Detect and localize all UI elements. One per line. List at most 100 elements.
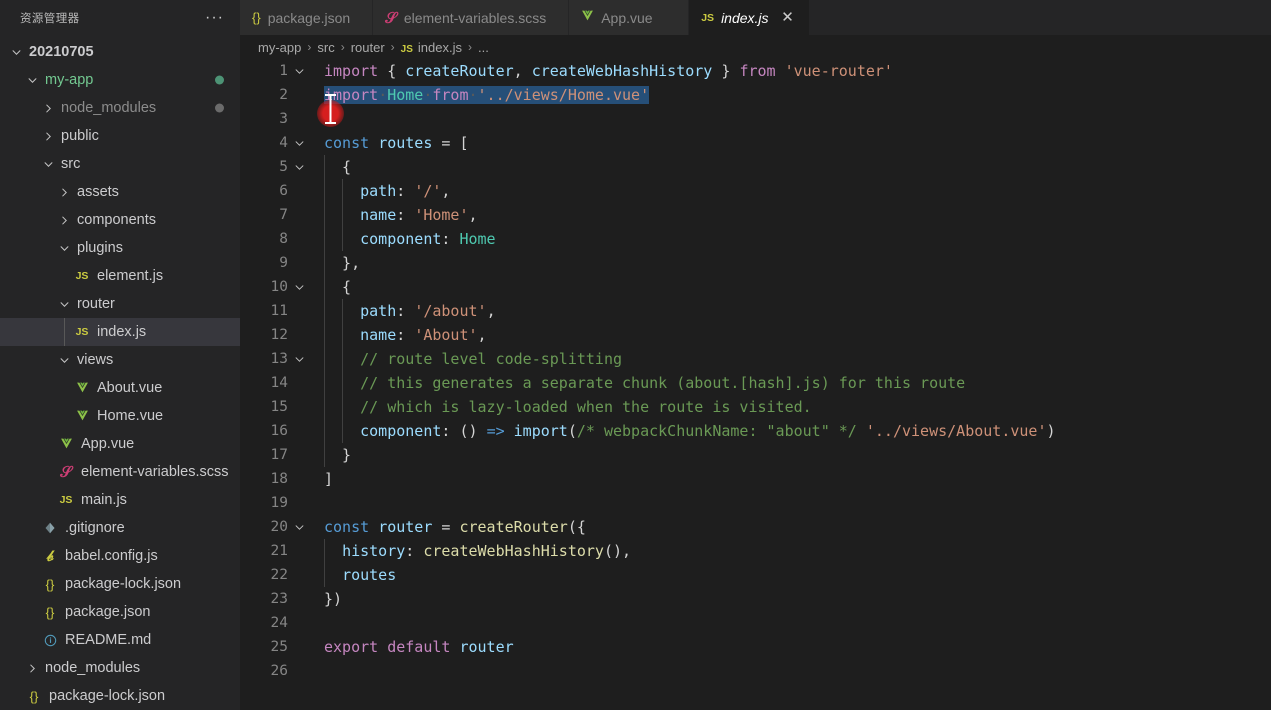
- tree-item-node-modules[interactable]: node_modules: [0, 654, 240, 682]
- code-line[interactable]: 4 const routes = [: [240, 131, 1271, 155]
- tree-item-label: node_modules: [45, 660, 141, 676]
- tab-app-vue[interactable]: App.vue: [569, 0, 690, 35]
- tree-item-about-vue[interactable]: About.vue: [0, 374, 240, 402]
- code-line[interactable]: 16 component: () => import(/* webpackChu…: [240, 419, 1271, 443]
- tree-item-home-vue[interactable]: Home.vue: [0, 402, 240, 430]
- breadcrumb-item-[interactable]: ...: [478, 40, 489, 55]
- code-line[interactable]: 2 import·Home·from·'../views/Home.vue': [240, 83, 1271, 107]
- fold-chevron-down-icon[interactable]: [288, 155, 310, 179]
- code-line[interactable]: 26: [240, 659, 1271, 683]
- code-token: // which is lazy-loaded when the route i…: [360, 398, 812, 416]
- chevron-down-icon[interactable]: [56, 299, 72, 310]
- fold-chevron-down-icon[interactable]: [288, 515, 310, 539]
- tree-item-gitignore[interactable]: .gitignore: [0, 514, 240, 542]
- code-line[interactable]: 19: [240, 491, 1271, 515]
- chevron-right-icon[interactable]: [24, 663, 40, 674]
- code-line[interactable]: 24: [240, 611, 1271, 635]
- fold-placeholder: [288, 203, 310, 227]
- tree-item-element-variables-scss[interactable]: 𝒮element-variables.scss: [0, 458, 240, 486]
- code-line[interactable]: 20 const router = createRouter({: [240, 515, 1271, 539]
- chevron-right-icon[interactable]: [56, 215, 72, 226]
- code-line[interactable]: 6 path: '/',: [240, 179, 1271, 203]
- tree-item-main-js[interactable]: JS main.js: [0, 486, 240, 514]
- code-line[interactable]: 21 history: createWebHashHistory(),: [240, 539, 1271, 563]
- chevron-down-icon[interactable]: [24, 75, 40, 86]
- editor-indent-guide: [324, 395, 325, 419]
- code-line[interactable]: 9 },: [240, 251, 1271, 275]
- tree-item-label: App.vue: [81, 436, 135, 452]
- tree-item-node-modules[interactable]: node_modules: [0, 94, 240, 122]
- tree-item-views[interactable]: views: [0, 346, 240, 374]
- tree-item-components[interactable]: components: [0, 206, 240, 234]
- code-line[interactable]: 22 routes: [240, 563, 1271, 587]
- code-span: }: [324, 446, 351, 464]
- chevron-down-icon[interactable]: [8, 47, 24, 58]
- fold-chevron-down-icon[interactable]: [288, 347, 310, 371]
- chevron-right-icon[interactable]: [40, 103, 56, 114]
- tree-item-plugins[interactable]: plugins: [0, 234, 240, 262]
- code-line[interactable]: 12 name: 'About',: [240, 323, 1271, 347]
- chevron-right-icon[interactable]: [40, 131, 56, 142]
- tree-item-element-js[interactable]: JS element.js: [0, 262, 240, 290]
- tree-item-index-js[interactable]: JS index.js: [0, 318, 240, 346]
- code-line[interactable]: 3: [240, 107, 1271, 131]
- line-number: 8: [279, 231, 288, 247]
- chevron-down-icon[interactable]: [40, 159, 56, 170]
- tree-item-my-app[interactable]: my-app: [0, 66, 240, 94]
- breadcrumb: my-app › src › router › JS index.js ›...: [240, 35, 1271, 59]
- tree-item-src[interactable]: src: [0, 150, 240, 178]
- code-line[interactable]: 8 component: Home: [240, 227, 1271, 251]
- code-line[interactable]: 7 name: 'Home',: [240, 203, 1271, 227]
- more-actions-icon[interactable]: ···: [205, 9, 232, 25]
- code-line[interactable]: 14 // this generates a separate chunk (a…: [240, 371, 1271, 395]
- code-span: ]: [324, 470, 333, 488]
- tree-item-package-json[interactable]: {} package.json: [0, 598, 240, 626]
- js-file-icon: JS: [400, 43, 413, 55]
- tree-item-assets[interactable]: assets: [0, 178, 240, 206]
- fold-placeholder: [288, 179, 310, 203]
- close-icon[interactable]: ✕: [779, 10, 797, 25]
- line-number: 23: [270, 591, 288, 607]
- tree-item-package-lock-json[interactable]: {} package-lock.json: [0, 682, 240, 710]
- chevron-down-icon[interactable]: [56, 355, 72, 366]
- code-line[interactable]: 1 import { createRouter, createWebHashHis…: [240, 59, 1271, 83]
- code-editor[interactable]: 1 import { createRouter, createWebHashHis…: [240, 59, 1271, 710]
- tab-package-json[interactable]: {} package.json: [240, 0, 374, 35]
- breadcrumb-item-my-app[interactable]: my-app: [258, 40, 301, 55]
- code-line[interactable]: 11 path: '/about',: [240, 299, 1271, 323]
- code-line[interactable]: 18]: [240, 467, 1271, 491]
- breadcrumb-item-src[interactable]: src: [317, 40, 334, 55]
- breadcrumb-item-index-js[interactable]: JS index.js: [401, 40, 462, 55]
- tree-item-readme-md[interactable]: README.md: [0, 626, 240, 654]
- fold-chevron-down-icon[interactable]: [288, 131, 310, 155]
- code-line[interactable]: 23}): [240, 587, 1271, 611]
- tree-item-babel-config-js[interactable]: 𝒷 babel.config.js: [0, 542, 240, 570]
- code-line[interactable]: 17 }: [240, 443, 1271, 467]
- editor-indent-guide: [324, 227, 325, 251]
- tree-item-router[interactable]: router: [0, 290, 240, 318]
- tree-item-package-lock-json[interactable]: {} package-lock.json: [0, 570, 240, 598]
- tab-element-variables-scss[interactable]: 𝒮element-variables.scss: [373, 0, 570, 35]
- code-line[interactable]: 10 {: [240, 275, 1271, 299]
- tree-item-public[interactable]: public: [0, 122, 240, 150]
- fold-chevron-down-icon[interactable]: [288, 275, 310, 299]
- code-line[interactable]: 5 {: [240, 155, 1271, 179]
- chevron-down-icon[interactable]: [56, 243, 72, 254]
- tree-item-app-vue[interactable]: App.vue: [0, 430, 240, 458]
- editor-indent-guide: [324, 419, 325, 443]
- code-token: ,: [513, 62, 523, 80]
- tab-index-js[interactable]: JS index.js ✕: [689, 0, 810, 35]
- tree-item-20210705[interactable]: 20210705: [0, 38, 240, 66]
- code-line[interactable]: 25 export default router: [240, 635, 1271, 659]
- breadcrumb-item-router[interactable]: router: [351, 40, 385, 55]
- fold-chevron-down-icon[interactable]: [288, 59, 310, 83]
- chevron-right-icon[interactable]: [56, 187, 72, 198]
- code-line[interactable]: 13 // route level code-splitting: [240, 347, 1271, 371]
- code-line[interactable]: 15 // which is lazy-loaded when the rout…: [240, 395, 1271, 419]
- line-number: 12: [270, 327, 288, 343]
- breadcrumb-label: index.js: [417, 39, 462, 55]
